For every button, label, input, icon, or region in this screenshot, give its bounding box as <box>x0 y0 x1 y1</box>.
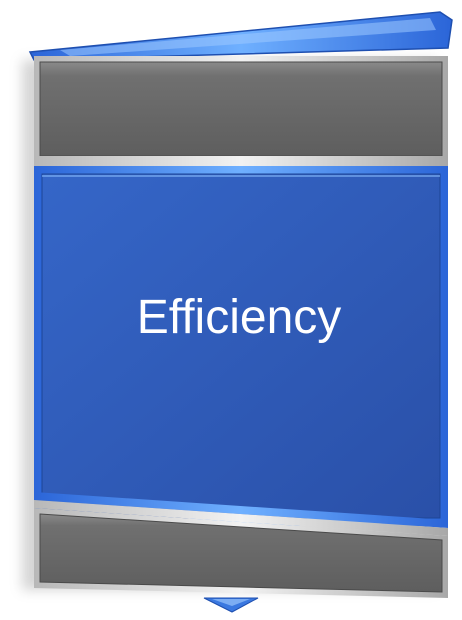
top-flap <box>28 11 453 61</box>
bottom-pointer <box>203 597 259 613</box>
top-gray-panel <box>34 56 448 166</box>
efficiency-graphic: Efficiency <box>0 0 462 620</box>
efficiency-label: Efficiency <box>136 291 342 344</box>
